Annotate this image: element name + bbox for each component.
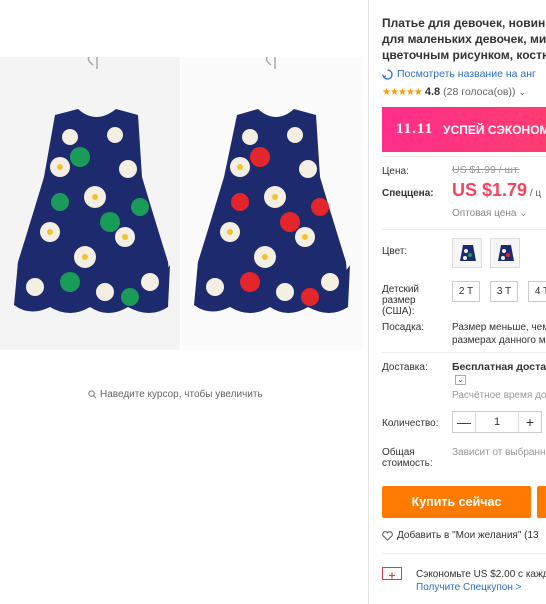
size-label-line: (США):: [382, 306, 415, 317]
promo-text: УСПЕЙ СЭКОНОМИ: [443, 122, 546, 137]
promo-banner[interactable]: 11.11 УСПЕЙ СЭКОНОМИ: [382, 107, 546, 152]
shipping-method: Бесплатная достав: [452, 361, 546, 373]
fit-label: Посадка:: [382, 322, 425, 333]
color-label: Цвет:: [382, 246, 408, 257]
quantity-input[interactable]: 1: [475, 412, 519, 432]
column-divider: [368, 0, 369, 604]
increase-quantity-button[interactable]: +: [519, 412, 541, 432]
product-title-line: для маленьких девочек, мил: [382, 32, 546, 46]
zoom-hint-text: Наведите курсор, чтобы увеличить: [100, 389, 263, 400]
coupon-icon: [382, 567, 402, 580]
get-coupon-link[interactable]: Получите Спецкупон >: [416, 581, 546, 594]
rating-value: 4.8: [424, 86, 441, 98]
translate-title-link[interactable]: Посмотреть название на анг: [382, 68, 536, 80]
sale-price-value: US $1.79: [452, 180, 528, 200]
ticket-icon: [389, 572, 395, 579]
buy-now-button[interactable]: Купить сейчас: [382, 486, 531, 518]
original-price-value: US $1.99: [452, 164, 496, 176]
total-price-note: Зависит от выбранн: [452, 447, 546, 458]
shipping-dropdown-icon[interactable]: ⌄: [455, 375, 466, 385]
divider: [382, 553, 546, 554]
price-label: Цена:: [382, 166, 409, 177]
heart-icon: [382, 530, 393, 541]
total-label-line: Общая: [382, 447, 415, 458]
size-label-line: Детский: [382, 284, 420, 295]
wholesale-price-toggle[interactable]: Оптовая цена ⌄: [452, 208, 528, 219]
red-dress-thumbnail: [491, 239, 519, 267]
rating-count: (28 голоса(ов)): [443, 86, 516, 98]
wishlist-text: Добавить в "Мои желания" (13: [397, 530, 539, 541]
wholesale-label: Оптовая цена: [452, 208, 517, 219]
product-gallery: Наведите курсор, чтобы увеличить: [0, 0, 368, 604]
add-to-cart-button[interactable]: [537, 486, 546, 518]
size-option-2t[interactable]: 2 T: [452, 281, 480, 302]
size-label: Детский размер (США):: [382, 284, 419, 317]
chevron-down-icon: ⌄: [519, 208, 528, 219]
fit-description: Размер меньше, чем размерах данного м: [452, 321, 546, 347]
translate-link-text: Посмотреть название на анг: [397, 68, 536, 80]
magnifier-icon: [88, 390, 97, 399]
sale-price: US $1.79 / ц: [452, 180, 541, 201]
original-price: US $1.99 / шт.: [452, 164, 520, 176]
total-label-line: стоимость:: [382, 458, 433, 469]
divider: [382, 229, 546, 230]
quantity-label: Количество:: [382, 418, 439, 429]
color-swatch-red[interactable]: [490, 238, 520, 268]
rating-row[interactable]: ★★★★★ 4.8 (28 голоса(ов)) ⌄: [382, 86, 526, 98]
sale-price-label: Спеццена:: [382, 188, 434, 199]
size-option-4t[interactable]: 4 T: [528, 281, 546, 302]
original-price-unit: / шт.: [495, 164, 520, 176]
green-dress-thumbnail: [453, 239, 481, 267]
divider: [382, 352, 546, 353]
promo-logo: 11.11: [396, 121, 434, 137]
dress-photo: [0, 57, 363, 350]
zoom-hint: Наведите курсор, чтобы увеличить: [88, 389, 263, 400]
size-label-line: размер: [382, 295, 416, 306]
chevron-down-icon: ⌄: [518, 86, 527, 97]
total-label: Общая стоимость:: [382, 447, 433, 469]
coupon-savings-text: Сэкономьте US $2.00 с кажд: [416, 569, 546, 580]
color-swatch-green[interactable]: [452, 238, 482, 268]
sale-price-unit: / ц: [527, 188, 542, 199]
fit-line: размерах данного м: [452, 335, 546, 346]
product-title-line: цветочным рисунком, костю: [382, 48, 546, 62]
product-title-line: Платье для девочек, новинк: [382, 16, 546, 30]
fit-line: Размер меньше, чем: [452, 322, 546, 333]
size-option-3t[interactable]: 3 T: [490, 281, 518, 302]
shipping-time: Расчётное время дос: [452, 390, 546, 401]
star-rating-icon: ★★★★★: [382, 86, 423, 98]
product-title: Платье для девочек, новинк для маленьких…: [382, 15, 546, 63]
product-info-panel: Платье для девочек, новинк для маленьких…: [382, 0, 546, 604]
product-main-image[interactable]: [0, 57, 363, 350]
shipping-label: Доставка:: [382, 362, 428, 373]
divider: [382, 156, 546, 157]
decrease-quantity-button[interactable]: —: [453, 412, 475, 432]
quantity-stepper: — 1 +: [452, 411, 542, 433]
add-to-wishlist-link[interactable]: Добавить в "Мои желания" (13: [382, 530, 539, 541]
coupon-info: Сэкономьте US $2.00 с кажд Получите Спец…: [416, 568, 546, 594]
translate-icon: [382, 68, 393, 80]
